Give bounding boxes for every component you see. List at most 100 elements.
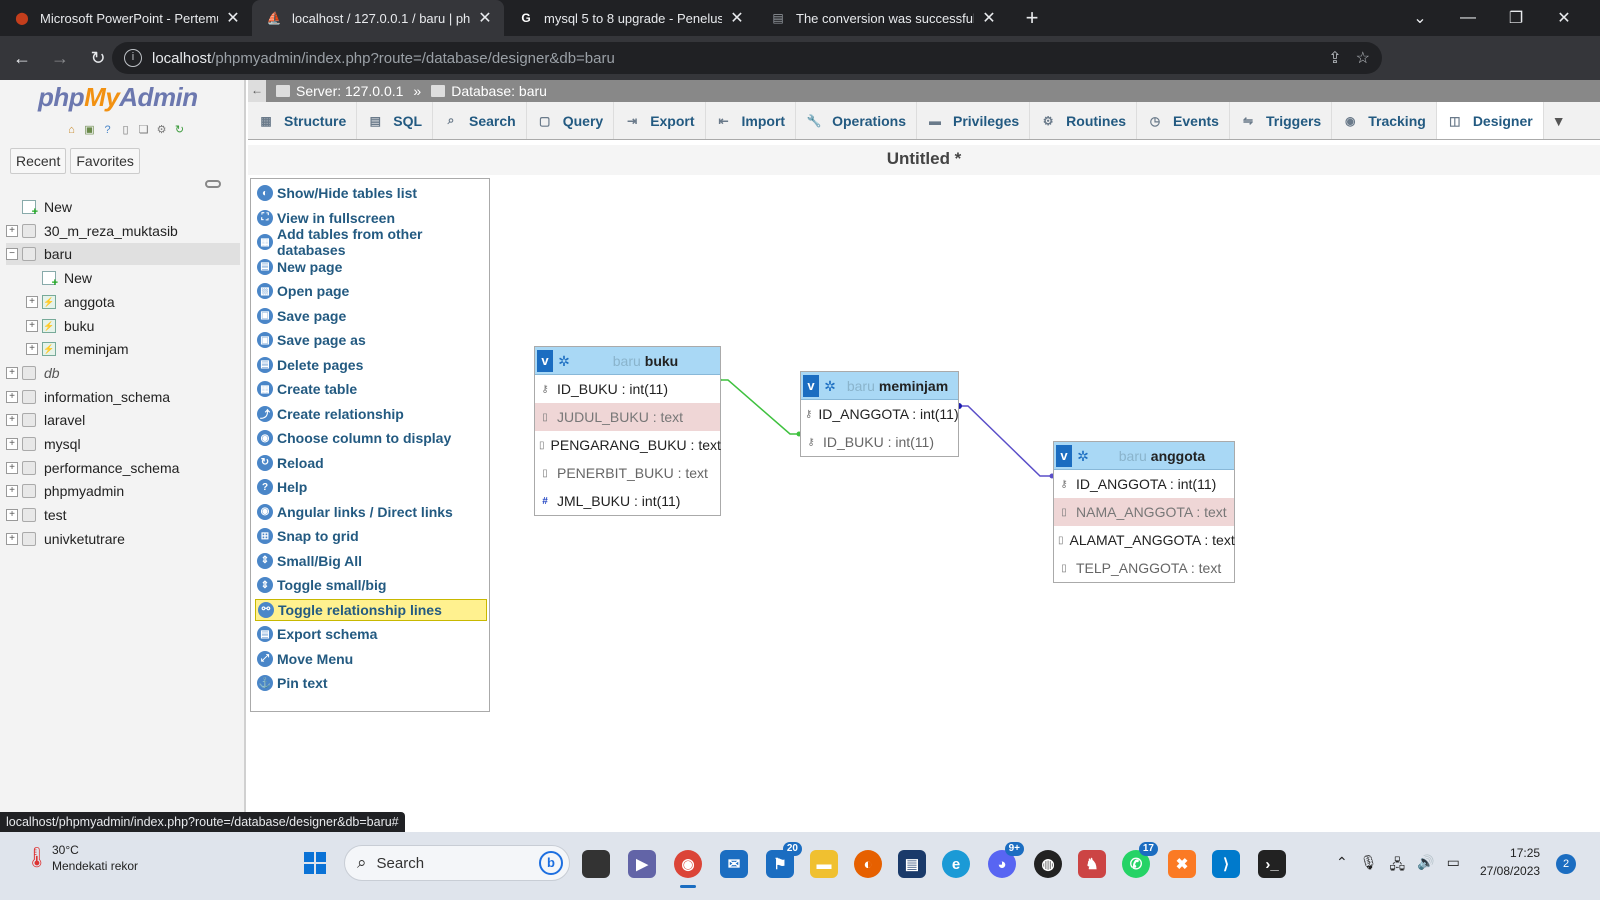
designer-table-buku[interactable]: v ✲ baru buku ⚷ ID_BUKU : int(11) ▯ JUDUL_BUKU …: [534, 346, 721, 516]
menu-item-choose-column-to-display[interactable]: ◉ Choose column to display: [255, 427, 487, 449]
tree-item-db[interactable]: + phpmyadmin: [6, 480, 240, 502]
menu-item-show-hide-tables-list[interactable]: ◐ Show/Hide tables list: [255, 182, 487, 204]
tree-item-new[interactable]: New: [6, 196, 240, 218]
close-tab-icon[interactable]: ✕: [224, 8, 242, 28]
expand-toggle-icon[interactable]: +: [6, 461, 18, 474]
expand-toggle-icon[interactable]: +: [26, 343, 38, 356]
tree-item-table[interactable]: + ⚡ meminjam: [26, 338, 240, 360]
expand-toggle-icon[interactable]: +: [6, 509, 18, 522]
menu-item-snap-to-grid[interactable]: ⊞ Snap to grid: [255, 525, 487, 547]
table-column-row[interactable]: ▯ PENGARANG_BUKU : text: [535, 431, 721, 459]
table-options-gear-icon[interactable]: ✲: [823, 379, 837, 393]
bookmark-star-icon[interactable]: ☆: [1356, 48, 1370, 68]
favorites-tab[interactable]: Favorites: [70, 148, 140, 174]
tab-export[interactable]: ⇥ Export: [614, 102, 706, 139]
copy-icon[interactable]: ❏: [136, 122, 151, 137]
menu-item-move-menu[interactable]: ⤢ Move Menu: [255, 648, 487, 670]
settings-gear-icon[interactable]: ⚙: [154, 122, 169, 137]
tree-item-db[interactable]: − baru: [6, 243, 240, 266]
new-tab-icon[interactable]: +: [1020, 5, 1044, 31]
battery-icon[interactable]: ▭: [1447, 854, 1460, 878]
tab-search[interactable]: ⌕ Search: [433, 102, 527, 139]
table-column-row[interactable]: ▯ ALAMAT_ANGGOTA : text: [1054, 526, 1235, 554]
link-with-main-icon[interactable]: [205, 180, 221, 188]
phpmyadmin-logo[interactable]: phpMyAdmin: [38, 82, 198, 113]
menu-item-reload[interactable]: ↻ Reload: [255, 452, 487, 474]
task-view-icon[interactable]: [582, 850, 610, 878]
photoshop-icon[interactable]: ▤: [898, 850, 926, 878]
tree-item-db[interactable]: + performance_schema: [6, 457, 240, 479]
table-options-gear-icon[interactable]: ✲: [1076, 449, 1090, 463]
microphone-icon[interactable]: 🎙: [1360, 854, 1378, 878]
menu-item-create-relationship[interactable]: ⤴ Create relationship: [255, 403, 487, 425]
menu-item-toggle-small-big[interactable]: ⇕ Toggle small/big: [255, 574, 487, 596]
menu-item-small-big-all[interactable]: ⇕ Small/Big All: [255, 550, 487, 572]
terminal-icon[interactable]: ›_: [1258, 850, 1286, 878]
menu-item-angular-links-direct-links[interactable]: ◉ Angular links / Direct links: [255, 501, 487, 523]
table-column-row[interactable]: ▯ NAMA_ANGGOTA : text: [1054, 498, 1234, 526]
tree-item-table[interactable]: + ⚡ buku: [26, 315, 240, 337]
close-window-icon[interactable]: ✕: [1540, 8, 1588, 28]
menu-item-help[interactable]: ? Help: [255, 476, 487, 498]
table-column-row[interactable]: ⚷ ID_ANGGOTA : int(11): [801, 400, 959, 428]
tree-item-db[interactable]: + test: [6, 504, 240, 526]
toggle-columns-icon[interactable]: v: [537, 349, 553, 372]
help-icon[interactable]: ?: [100, 122, 115, 137]
tree-item-db[interactable]: + information_schema: [6, 386, 240, 408]
tab-privileges[interactable]: ▬ Privileges: [917, 102, 1031, 139]
close-tab-icon[interactable]: ✕: [476, 8, 494, 28]
more-tabs-icon[interactable]: ▼: [1544, 102, 1574, 139]
discord-icon[interactable]: ◕ 9+: [988, 842, 1024, 878]
game-icon[interactable]: ♞: [1078, 850, 1106, 878]
home-icon[interactable]: ⌂: [64, 122, 79, 137]
tree-item-db[interactable]: + univketutrare: [6, 528, 240, 550]
tab-structure[interactable]: ▦ Structure: [248, 102, 358, 139]
share-icon[interactable]: ⇪: [1328, 48, 1341, 68]
tree-item-table[interactable]: + ⚡ anggota: [26, 291, 240, 313]
tab-search-icon[interactable]: ⌄: [1408, 8, 1432, 28]
table-column-row[interactable]: ⚷ ID_BUKU : int(11): [535, 375, 720, 403]
designer-table-meminjam[interactable]: v ✲ baru meminjam ⚷ ID_ANGGOTA : int(11) ⚷ ID_B…: [800, 371, 959, 457]
table-column-row[interactable]: ▯ TELP_ANGGOTA : text: [1054, 554, 1234, 582]
whatsapp-icon[interactable]: ✆ 17: [1122, 842, 1158, 878]
table-options-gear-icon[interactable]: ✲: [557, 354, 571, 368]
expand-toggle-icon[interactable]: +: [6, 485, 18, 498]
collapse-nav-icon[interactable]: ←: [248, 80, 266, 102]
menu-item-export-schema[interactable]: ▤ Export schema: [255, 623, 487, 645]
tray-chevron-icon[interactable]: ⌃: [1336, 854, 1348, 878]
close-tab-icon[interactable]: ✕: [980, 8, 998, 28]
tab-triggers[interactable]: ⇋ Triggers: [1230, 102, 1333, 139]
expand-toggle-icon[interactable]: −: [6, 248, 18, 261]
tree-item-db[interactable]: +30_m_reza_muktasib: [6, 220, 240, 242]
table-column-row[interactable]: ▯ JUDUL_BUKU : text: [535, 403, 720, 431]
menu-item-new-page[interactable]: ▤ New page: [255, 256, 487, 278]
recent-tab[interactable]: Recent: [10, 148, 67, 174]
tab-sql[interactable]: ▤ SQL: [357, 102, 434, 139]
breadcrumb-database[interactable]: Database: baru: [451, 83, 547, 99]
taskbar-search-input[interactable]: ⌕ Search b: [344, 845, 570, 881]
tree-item-db[interactable]: + db: [6, 362, 240, 384]
menu-item-save-page[interactable]: ▣ Save page: [255, 305, 487, 327]
tab-routines[interactable]: ⚙ Routines: [1030, 102, 1138, 139]
expand-toggle-icon[interactable]: +: [6, 532, 18, 545]
designer-canvas[interactable]: v ✲ baru buku ⚷ ID_BUKU : int(11) ▯ JUDUL_BUKU …: [492, 178, 1600, 828]
chrome-icon[interactable]: ◉: [674, 850, 702, 888]
tab-operations[interactable]: 🔧 Operations: [796, 102, 917, 139]
back-icon[interactable]: ←: [6, 48, 38, 69]
bing-icon[interactable]: b: [539, 851, 563, 875]
expand-toggle-icon[interactable]: +: [6, 366, 18, 379]
tree-item-new[interactable]: New: [26, 267, 240, 289]
menu-item-add-tables-from-other-databases[interactable]: ▦ Add tables from other databases: [255, 226, 487, 258]
url-input[interactable]: i localhost/phpmyadmin/index.php?route=/…: [112, 42, 1382, 74]
expand-toggle-icon[interactable]: +: [6, 438, 18, 450]
browser-tab[interactable]: ⬤ Microsoft PowerPoint - Pertemua ✕: [0, 0, 252, 36]
browser-tab-active[interactable]: ⛵ localhost / 127.0.0.1 / baru | php ✕: [252, 0, 504, 36]
tab-query[interactable]: ▢ Query: [527, 102, 615, 139]
tab-events[interactable]: ◷ Events: [1137, 102, 1230, 139]
volume-icon[interactable]: 🔊: [1417, 854, 1434, 878]
teams-chat-icon[interactable]: ▶: [628, 850, 656, 878]
vscode-icon[interactable]: ⟩: [1212, 850, 1240, 878]
expand-toggle-icon[interactable]: +: [6, 224, 18, 237]
menu-item-open-page[interactable]: ▧ Open page: [255, 280, 487, 302]
menu-item-create-table[interactable]: ▦ Create table: [255, 378, 487, 400]
